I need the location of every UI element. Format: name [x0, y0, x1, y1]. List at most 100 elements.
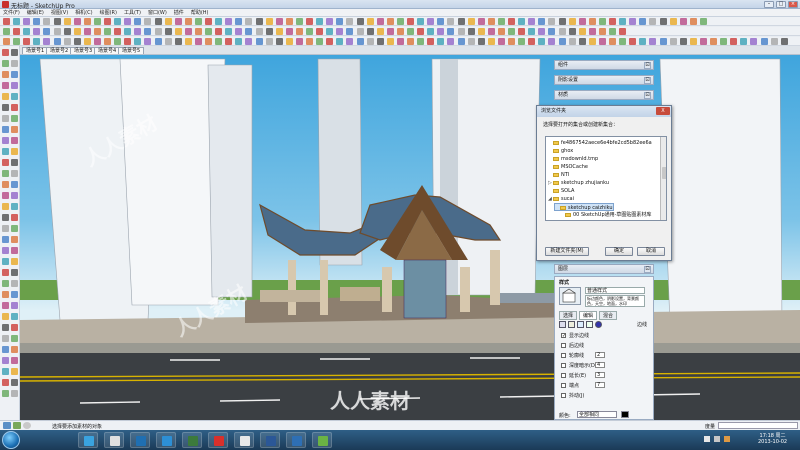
toolbar-tool-icon[interactable]: [194, 38, 202, 45]
menu-edit[interactable]: 编辑(E): [27, 9, 44, 16]
toolbar-tool-icon[interactable]: [336, 38, 344, 45]
edge-color-swatch[interactable]: [621, 411, 629, 418]
left-tool-icon[interactable]: [11, 104, 18, 111]
left-tool-icon[interactable]: [2, 137, 9, 144]
toolbar-tool-icon[interactable]: [73, 28, 81, 35]
left-tool-icon[interactable]: [11, 148, 18, 155]
watermark-settings-icon[interactable]: [586, 321, 593, 328]
toolbar-tool-icon[interactable]: [609, 28, 616, 35]
left-tool-icon[interactable]: [11, 93, 18, 100]
toolbar-tool-icon[interactable]: [588, 28, 596, 35]
toolbar-tool-icon[interactable]: [144, 28, 152, 35]
toolbar-tool-icon[interactable]: [679, 18, 687, 25]
toolbar-tool-icon[interactable]: [73, 38, 81, 45]
toolbar-tool-icon[interactable]: [205, 38, 212, 45]
toolbar-tool-icon[interactable]: [619, 38, 627, 45]
menu-view[interactable]: 视图(V): [51, 9, 68, 16]
toolbar-tool-icon[interactable]: [93, 28, 101, 35]
collapse-icon[interactable]: ⊡: [644, 62, 651, 69]
toolbar-tool-icon[interactable]: [184, 38, 192, 45]
toolbar-tool-icon[interactable]: [275, 38, 283, 45]
tree-folder-item[interactable]: SOLA: [548, 187, 574, 195]
left-tool-icon[interactable]: [2, 104, 9, 111]
left-tool-icon[interactable]: [2, 324, 9, 331]
toolbar-tool-icon[interactable]: [23, 18, 31, 25]
toolbar-tool-icon[interactable]: [205, 18, 212, 25]
left-tool-icon[interactable]: [2, 192, 9, 199]
toolbar-tool-icon[interactable]: [619, 18, 627, 25]
toolbar-tool-icon[interactable]: [144, 38, 152, 45]
toolbar-tool-icon[interactable]: [730, 38, 738, 45]
toolbar-tool-icon[interactable]: [3, 28, 10, 35]
toolbar-tool-icon[interactable]: [114, 38, 122, 45]
toolbar-tool-icon[interactable]: [366, 28, 374, 35]
toolbar-tool-icon[interactable]: [184, 18, 192, 25]
option-checkbox[interactable]: [561, 363, 566, 368]
toolbar-tool-icon[interactable]: [83, 18, 91, 25]
toolbar-tool-icon[interactable]: [225, 18, 233, 25]
left-tool-icon[interactable]: [11, 181, 18, 188]
toolbar-tool-icon[interactable]: [63, 28, 71, 35]
toolbar-tool-icon[interactable]: [326, 38, 334, 45]
toolbar-tool-icon[interactable]: [558, 18, 566, 25]
toolbar-tool-icon[interactable]: [43, 38, 51, 45]
toolbar-tool-icon[interactable]: [467, 28, 475, 35]
toolbar-tool-icon[interactable]: [53, 38, 61, 45]
style-description-field[interactable]: 标边颜色，阴影设置，背景颜色，天空，地面，水印: [585, 295, 645, 307]
toolbar-tool-icon[interactable]: [427, 18, 435, 25]
toolbar-tool-icon[interactable]: [124, 18, 132, 25]
left-tool-icon[interactable]: [2, 357, 9, 364]
toolbar-tool-icon[interactable]: [376, 28, 384, 35]
toolbar-tool-icon[interactable]: [285, 28, 293, 35]
toolbar-tool-icon[interactable]: [164, 18, 172, 25]
toolbar-tool-icon[interactable]: [23, 38, 31, 45]
toolbar-tool-icon[interactable]: [497, 28, 505, 35]
left-tool-icon[interactable]: [2, 313, 9, 320]
toolbar-tool-icon[interactable]: [154, 38, 162, 45]
left-tool-icon[interactable]: [11, 49, 18, 56]
left-tool-icon[interactable]: [11, 280, 18, 287]
toolbar-tool-icon[interactable]: [346, 28, 354, 35]
left-tool-icon[interactable]: [2, 236, 9, 243]
maximize-icon[interactable]: □: [776, 1, 786, 8]
toolbar-tool-icon[interactable]: [467, 38, 475, 45]
scene-tab-4[interactable]: 场景号4: [94, 47, 121, 54]
toolbar-tool-icon[interactable]: [568, 28, 576, 35]
style-thumbnail[interactable]: [559, 287, 581, 305]
left-tool-icon[interactable]: [2, 49, 9, 56]
toolbar-tool-icon[interactable]: [164, 38, 172, 45]
geo-location-icon[interactable]: [3, 422, 11, 429]
left-tool-icon[interactable]: [11, 357, 18, 364]
left-tool-icon[interactable]: [11, 82, 18, 89]
toolbar-tool-icon[interactable]: [538, 38, 546, 45]
toolbar-tool-icon[interactable]: [558, 28, 566, 35]
toolbar-tool-icon[interactable]: [750, 38, 758, 45]
toolbar-tool-icon[interactable]: [134, 38, 142, 45]
toolbar-tool-icon[interactable]: [83, 28, 91, 35]
tree-folder-item[interactable]: fe4867542aece6e4bfe2cd5b82ee6a: [548, 139, 652, 147]
tree-folder-item[interactable]: ▷ sketchup zhujianku: [548, 179, 609, 187]
toolbar-tool-icon[interactable]: [154, 28, 162, 35]
left-tool-icon[interactable]: [2, 148, 9, 155]
toolbar-tool-icon[interactable]: [215, 18, 223, 25]
tree-scrollbar[interactable]: [660, 137, 666, 220]
left-tool-icon[interactable]: [2, 291, 9, 298]
toolbar-tool-icon[interactable]: [588, 18, 596, 25]
left-tool-icon[interactable]: [2, 203, 9, 210]
toolbar-tool-icon[interactable]: [568, 38, 576, 45]
edge-settings-icon[interactable]: [559, 321, 566, 328]
toolbar-tool-icon[interactable]: [457, 18, 465, 25]
left-tool-icon[interactable]: [11, 258, 18, 265]
toolbar-tool-icon[interactable]: [447, 28, 455, 35]
option-value-field[interactable]: 4: [595, 362, 605, 368]
toolbar-tool-icon[interactable]: [417, 28, 425, 35]
menu-window[interactable]: 窗口(W): [148, 9, 167, 16]
toolbar-tool-icon[interactable]: [568, 18, 576, 25]
toolbar-tool-icon[interactable]: [437, 28, 445, 35]
toolbar-tool-icon[interactable]: [609, 38, 616, 45]
left-tool-icon[interactable]: [11, 346, 18, 353]
toolbar-tool-icon[interactable]: [336, 28, 344, 35]
toolbar-tool-icon[interactable]: [477, 28, 485, 35]
option-checkbox[interactable]: [561, 343, 566, 348]
measurements-input[interactable]: [718, 422, 798, 429]
